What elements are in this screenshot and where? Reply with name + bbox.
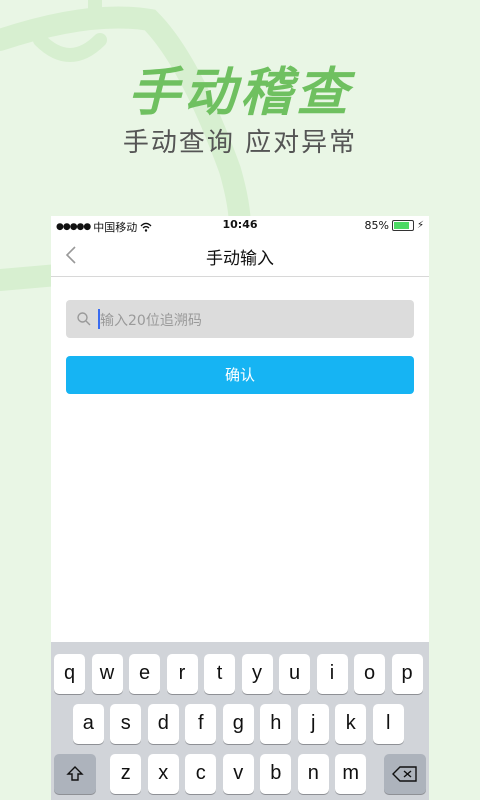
shift-icon bbox=[66, 766, 84, 781]
key-n[interactable]: n bbox=[297, 754, 329, 794]
key-o[interactable]: o bbox=[354, 654, 385, 694]
battery-percent: 85% bbox=[364, 219, 389, 232]
key-q[interactable]: q bbox=[54, 654, 85, 694]
key-z[interactable]: z bbox=[110, 754, 142, 794]
key-f[interactable]: f bbox=[185, 704, 217, 744]
confirm-button[interactable]: 确认 bbox=[66, 356, 414, 394]
delete-key[interactable] bbox=[384, 754, 426, 794]
key-r[interactable]: r bbox=[166, 654, 198, 694]
key-h[interactable]: h bbox=[260, 704, 292, 744]
key-c[interactable]: c bbox=[185, 754, 217, 794]
promo-subtitle: 手动查询 应对异常 bbox=[122, 128, 358, 158]
key-s[interactable]: s bbox=[110, 704, 142, 744]
key-a[interactable]: a bbox=[72, 704, 104, 744]
battery-icon bbox=[391, 220, 414, 231]
key-v[interactable]: v bbox=[222, 754, 254, 794]
key-t[interactable]: t bbox=[204, 654, 235, 694]
search-icon bbox=[77, 312, 91, 326]
key-g[interactable]: g bbox=[222, 704, 254, 744]
key-m[interactable]: m bbox=[335, 754, 367, 794]
nav-bar: 手动输入 bbox=[51, 234, 429, 277]
trace-code-input[interactable]: 输入20位追溯码 bbox=[66, 300, 414, 338]
key-k[interactable]: k bbox=[335, 704, 367, 744]
key-u[interactable]: u bbox=[279, 654, 310, 694]
promo-title: 手动稽查 bbox=[127, 62, 352, 123]
shift-key[interactable] bbox=[54, 754, 96, 794]
key-x[interactable]: x bbox=[147, 754, 179, 794]
backspace-icon bbox=[392, 766, 417, 782]
status-bar: ●●●●● 中国移动 10:46 85% ⚡ bbox=[51, 216, 429, 234]
battery-fill bbox=[393, 222, 410, 229]
charging-icon: ⚡ bbox=[416, 220, 424, 231]
key-i[interactable]: i bbox=[316, 654, 348, 694]
key-e[interactable]: e bbox=[129, 654, 160, 694]
phone-screen: ●●●●● 中国移动 10:46 85% ⚡ 手动输入 输入20位追溯码 确认 … bbox=[51, 216, 429, 800]
key-j[interactable]: j bbox=[297, 704, 329, 744]
key-b[interactable]: b bbox=[260, 754, 292, 794]
key-y[interactable]: y bbox=[241, 654, 273, 694]
key-d[interactable]: d bbox=[147, 704, 179, 744]
search-placeholder: 输入20位追溯码 bbox=[100, 313, 202, 329]
key-w[interactable]: w bbox=[91, 654, 123, 694]
key-l[interactable]: l bbox=[372, 704, 404, 744]
key-p[interactable]: p bbox=[391, 654, 423, 694]
keyboard: qwertyuiop asdfghjkl zxcvbnm bbox=[51, 642, 429, 800]
page-title: 手动输入 bbox=[206, 249, 274, 269]
